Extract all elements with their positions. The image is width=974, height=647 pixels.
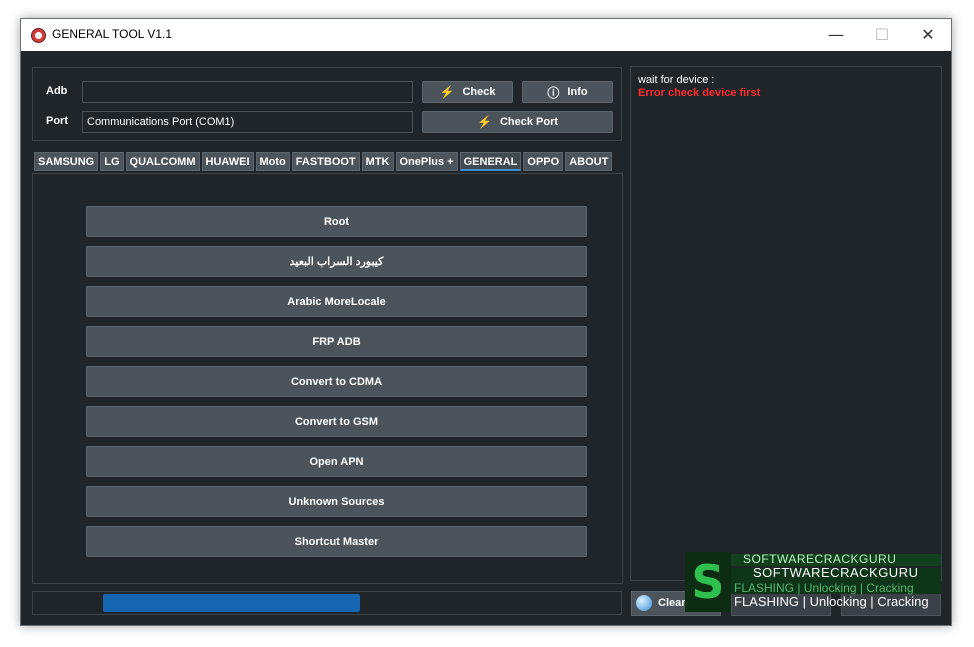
tab-mtk[interactable]: MTK <box>361 152 394 171</box>
general-tab-panel: Root كيبورد السراب البعيد Arabic MoreLoc… <box>32 173 623 584</box>
open-apn-button[interactable]: Open APN <box>86 446 587 477</box>
info-icon: ⓘ <box>547 85 560 100</box>
watermark-logo-icon: S <box>685 552 731 612</box>
progress-fill <box>103 594 360 612</box>
maximize-button[interactable]: ☐ <box>859 19 905 51</box>
check-port-button[interactable]: ⚡ Check Port <box>422 111 613 133</box>
main-window: GENERAL TOOL V1.1 — ☐ ✕ Adb Port Communi… <box>20 18 952 626</box>
check-button[interactable]: ⚡ Check <box>422 81 513 103</box>
info-button[interactable]: ⓘ Info <box>522 81 613 103</box>
arabic-morelocale-button[interactable]: Arabic MoreLocale <box>86 286 587 317</box>
check-button-label: Check <box>462 86 496 98</box>
watermark-text: SOFTWARECRACKGURU <box>753 565 919 580</box>
tab-oppo[interactable]: OPPO <box>523 152 564 171</box>
check-port-button-label: Check Port <box>499 116 559 128</box>
keyboard-button[interactable]: كيبورد السراب البعيد <box>86 246 587 277</box>
window-title: GENERAL TOOL V1.1 <box>52 27 173 41</box>
adb-input[interactable] <box>82 81 413 103</box>
tab-lg[interactable]: LG <box>100 152 124 171</box>
log-error-text: Error check device first <box>638 87 761 99</box>
log-status-text: wait for device : <box>638 74 715 86</box>
tab-moto[interactable]: Moto <box>255 152 290 171</box>
tab-samsung[interactable]: SAMSUNG <box>34 152 99 171</box>
tab-oneplus[interactable]: OnePlus + <box>395 152 458 171</box>
frp-adb-button[interactable]: FRP ADB <box>86 326 587 357</box>
watermark-subtext: FLASHING | Unlocking | Cracking <box>734 581 914 595</box>
progress-bar <box>32 591 622 615</box>
port-select[interactable]: Communications Port (COM1) <box>82 111 413 133</box>
connection-panel: Adb Port Communications Port (COM1) ⚡ Ch… <box>32 67 622 141</box>
tab-about[interactable]: ABOUT <box>565 152 613 171</box>
log-panel: wait for device : Error check device fir… <box>630 66 942 581</box>
unknown-sources-button[interactable]: Unknown Sources <box>86 486 587 517</box>
info-button-label: Info <box>567 86 588 98</box>
app-logo-icon <box>31 28 46 43</box>
convert-to-cdma-button[interactable]: Convert to CDMA <box>86 366 587 397</box>
usb-plug-icon: ⚡ <box>439 85 455 99</box>
tab-huawei[interactable]: HUAWEI <box>201 152 254 171</box>
usb-plug-icon: ⚡ <box>476 115 492 129</box>
watermark-subtext: FLASHING | Unlocking | Cracking <box>734 594 929 609</box>
port-label: Port <box>46 115 68 127</box>
watermark: S SOFTWARECRACKGURU SOFTWARECRACKGURU FL… <box>685 552 941 612</box>
clear-icon <box>636 595 652 611</box>
watermark-text: SOFTWARECRACKGURU <box>743 552 897 566</box>
title-bar: GENERAL TOOL V1.1 — ☐ ✕ <box>21 19 951 51</box>
tab-fastboot[interactable]: FASTBOOT <box>291 152 360 171</box>
tab-strip: SAMSUNG LG QUALCOMM HUAWEI Moto FASTBOOT… <box>34 152 613 172</box>
adb-label: Adb <box>46 85 68 97</box>
root-button[interactable]: Root <box>86 206 587 237</box>
tab-qualcomm[interactable]: QUALCOMM <box>125 152 200 171</box>
close-button[interactable]: ✕ <box>905 19 951 51</box>
tab-general[interactable]: GENERAL <box>459 152 522 171</box>
convert-to-gsm-button[interactable]: Convert to GSM <box>86 406 587 437</box>
minimize-button[interactable]: — <box>813 19 859 51</box>
shortcut-master-button[interactable]: Shortcut Master <box>86 526 587 557</box>
